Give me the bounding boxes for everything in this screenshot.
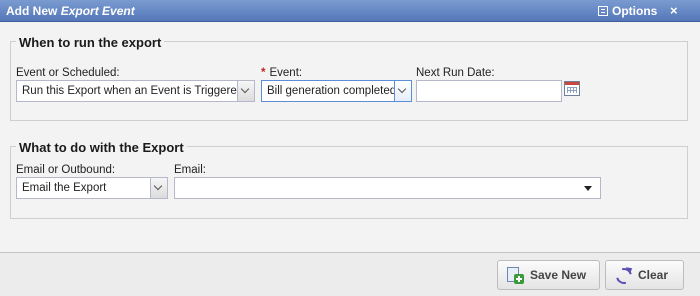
calendar-icon[interactable] bbox=[564, 81, 580, 96]
clear-label: Clear bbox=[638, 268, 669, 282]
window-title: Add New Export Event bbox=[6, 4, 135, 18]
caret-down-icon[interactable] bbox=[584, 186, 592, 191]
save-new-button[interactable]: Save New bbox=[497, 260, 600, 290]
next-run-date-label: Next Run Date: bbox=[416, 67, 495, 79]
event-label-text: Event: bbox=[269, 67, 303, 79]
section-what-title: What to do with the Export bbox=[16, 140, 187, 155]
event-or-scheduled-label: Event or Scheduled: bbox=[16, 67, 120, 79]
options-label: Options bbox=[612, 4, 658, 18]
form-content: When to run the export Event or Schedule… bbox=[0, 23, 700, 252]
event-or-scheduled-select[interactable]: Run this Export when an Event is Trigger… bbox=[16, 80, 255, 102]
section-when: When to run the export Event or Schedule… bbox=[10, 35, 688, 121]
chevron-down-icon[interactable] bbox=[237, 81, 254, 101]
event-select[interactable]: Bill generation completed bbox=[261, 80, 412, 102]
list-icon bbox=[598, 6, 608, 16]
event-value: Bill generation completed bbox=[267, 85, 397, 97]
options-button[interactable]: Options bbox=[598, 4, 657, 18]
refresh-icon bbox=[614, 266, 632, 284]
save-new-label: Save New bbox=[530, 268, 587, 282]
section-when-title: When to run the export bbox=[16, 35, 165, 50]
event-or-scheduled-value: Run this Export when an Event is Trigger… bbox=[22, 85, 244, 97]
next-run-date-input[interactable] bbox=[416, 80, 562, 102]
email-or-outbound-select[interactable]: Email the Export bbox=[16, 177, 168, 199]
email-or-outbound-label: Email or Outbound: bbox=[16, 164, 116, 176]
window-titlebar: Add New Export Event Options × bbox=[0, 0, 700, 22]
form-footer: Save New Clear bbox=[0, 252, 700, 296]
required-asterisk: * bbox=[261, 67, 266, 79]
clear-button[interactable]: Clear bbox=[605, 260, 684, 290]
window-title-prefix: Add New bbox=[6, 4, 58, 18]
section-what: What to do with the Export Email or Outb… bbox=[10, 140, 688, 219]
close-icon[interactable]: × bbox=[670, 3, 678, 18]
window-title-emphasis: Export Event bbox=[60, 4, 135, 18]
add-document-icon bbox=[506, 266, 524, 284]
chevron-down-icon[interactable] bbox=[394, 81, 411, 101]
email-combo[interactable] bbox=[174, 177, 601, 199]
email-label: Email: bbox=[174, 164, 206, 176]
chevron-down-icon[interactable] bbox=[150, 178, 167, 198]
event-label: * Event: bbox=[261, 67, 302, 79]
email-or-outbound-value: Email the Export bbox=[22, 182, 107, 194]
